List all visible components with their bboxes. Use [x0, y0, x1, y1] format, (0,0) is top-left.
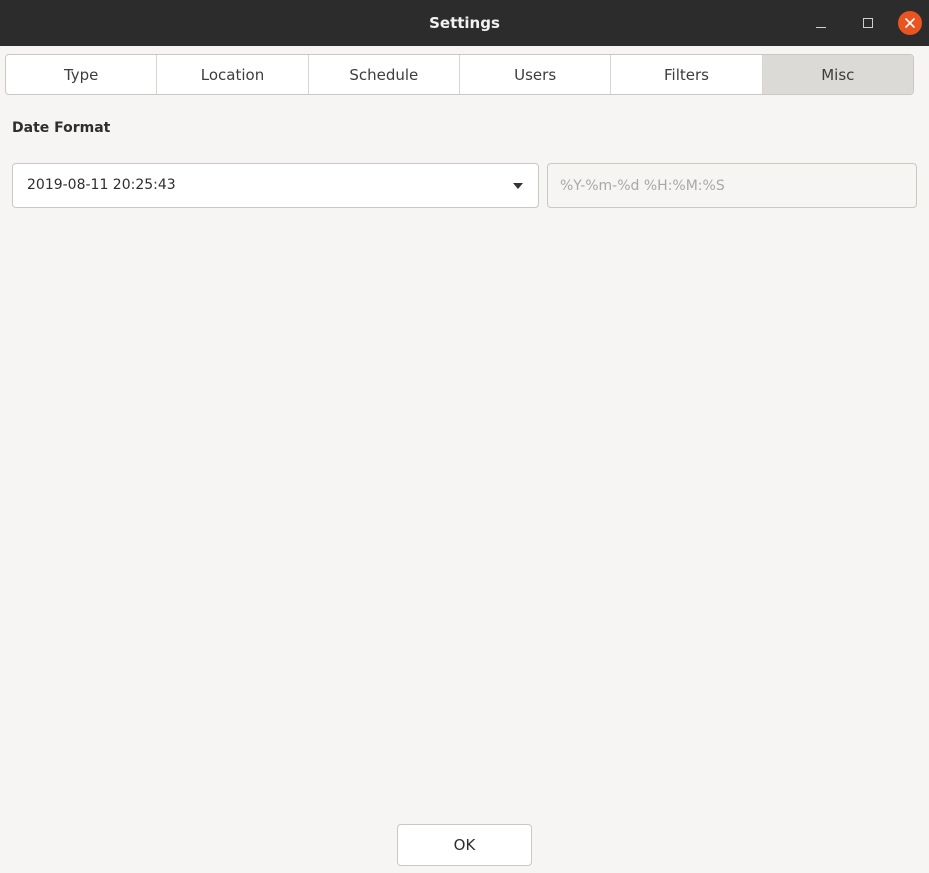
chevron-down-icon[interactable] — [513, 183, 523, 189]
custom-date-format-input[interactable] — [547, 163, 917, 208]
tab-type[interactable]: Type — [6, 55, 158, 94]
date-format-dropdown[interactable]: 2019-08-11 20:25:43 — [12, 163, 539, 208]
maximize-icon[interactable] — [856, 11, 880, 35]
close-icon[interactable] — [898, 11, 922, 35]
window-title: Settings — [429, 14, 500, 32]
settings-window: Settings Type Location Schedule Users Fi… — [0, 0, 929, 873]
minimize-icon[interactable] — [809, 11, 833, 35]
tab-location[interactable]: Location — [157, 55, 309, 94]
date-format-label: Date Format — [12, 120, 111, 136]
tab-misc[interactable]: Misc — [762, 55, 913, 94]
title-bar[interactable]: Settings — [0, 0, 929, 46]
ok-button[interactable]: OK — [397, 824, 532, 866]
date-format-selected-value: 2019-08-11 20:25:43 — [27, 177, 176, 193]
tab-filters[interactable]: Filters — [611, 55, 763, 94]
close-x-glyph — [905, 18, 915, 28]
tab-users[interactable]: Users — [460, 55, 612, 94]
tab-bar: Type Location Schedule Users Filters Mis… — [5, 54, 914, 95]
tab-schedule[interactable]: Schedule — [309, 55, 460, 94]
